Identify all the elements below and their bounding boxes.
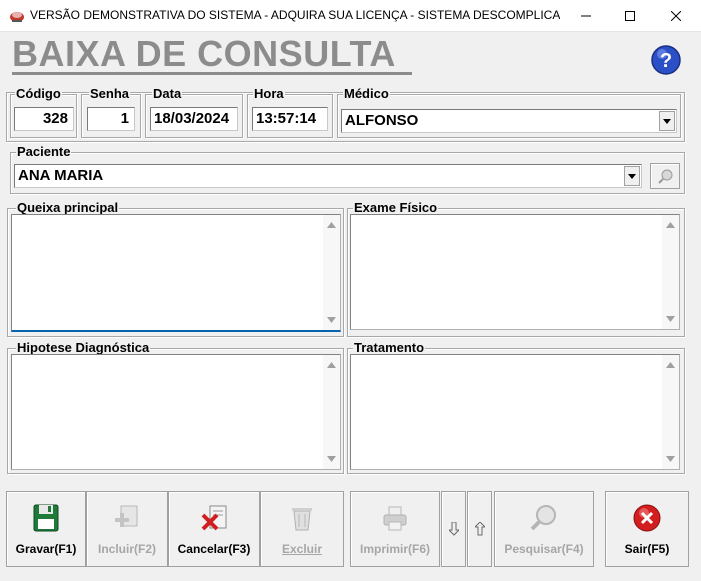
- cancelar-button[interactable]: Cancelar(F3): [168, 491, 260, 567]
- window-title: VERSÃO DEMONSTRATIVA DO SISTEMA - ADQUIR…: [30, 8, 560, 22]
- hora-label: Hora: [253, 86, 285, 101]
- arrow-up-icon: [475, 522, 485, 536]
- queixa-textarea[interactable]: [11, 214, 341, 332]
- excluir-label: Excluir: [281, 542, 323, 556]
- imprimir-button[interactable]: Imprimir(F6): [350, 491, 440, 567]
- pesquisar-label: Pesquisar(F4): [504, 542, 584, 556]
- medico-select[interactable]: ALFONSO: [341, 109, 677, 133]
- close-icon: [671, 11, 681, 21]
- minimize-button[interactable]: [563, 0, 609, 32]
- arrow-down-icon: [449, 522, 459, 536]
- move-down-button[interactable]: [441, 491, 466, 567]
- chevron-down-icon: [663, 118, 671, 124]
- scroll-up-icon[interactable]: [666, 221, 675, 230]
- title-bar: VERSÃO DEMONSTRATIVA DO SISTEMA - ADQUIR…: [0, 0, 701, 32]
- scroll-up-icon[interactable]: [327, 221, 336, 230]
- sair-label: Sair(F5): [624, 542, 670, 556]
- incluir-button[interactable]: Incluir(F2): [86, 491, 168, 567]
- data-label: Data: [152, 86, 183, 101]
- paciente-dropdown-button[interactable]: [624, 166, 640, 186]
- hipotese-label: Hipotese Diagnóstica: [16, 340, 151, 355]
- paciente-search-button[interactable]: [650, 163, 680, 189]
- medico-label: Médico: [343, 86, 390, 101]
- queixa-label: Queixa principal: [16, 200, 120, 215]
- scroll-up-icon[interactable]: [666, 361, 675, 370]
- page-title-underline: [12, 72, 412, 75]
- codigo-label: Código: [15, 86, 62, 101]
- scroll-down-icon[interactable]: [327, 315, 336, 324]
- cancel-document-icon: [201, 505, 227, 531]
- paciente-select[interactable]: ANA MARIA: [14, 164, 642, 188]
- excluir-button[interactable]: Excluir: [260, 491, 344, 567]
- exame-scrollbar[interactable]: [662, 215, 679, 329]
- maximize-button[interactable]: [607, 0, 653, 32]
- maximize-icon: [625, 11, 635, 21]
- queixa-scrollbar[interactable]: [323, 215, 340, 330]
- magnifier-icon: [658, 169, 673, 184]
- senha-label: Senha: [89, 86, 131, 101]
- scroll-down-icon[interactable]: [666, 314, 675, 323]
- incluir-label: Incluir(F2): [97, 542, 156, 556]
- scroll-down-icon[interactable]: [666, 454, 675, 463]
- imprimir-label: Imprimir(F6): [359, 542, 430, 556]
- trash-icon: [292, 508, 312, 531]
- hora-field[interactable]: 13:57:14: [252, 107, 328, 131]
- printer-icon: [383, 506, 407, 531]
- cancelar-label: Cancelar(F3): [177, 542, 251, 556]
- paciente-label: Paciente: [16, 144, 72, 159]
- help-icon[interactable]: ?: [650, 44, 682, 76]
- gravar-button[interactable]: Gravar(F1): [6, 491, 86, 567]
- scroll-up-icon[interactable]: [327, 361, 336, 370]
- tratamento-scrollbar[interactable]: [662, 355, 679, 469]
- exame-label: Exame Físico: [353, 200, 439, 215]
- exame-textarea[interactable]: [350, 214, 680, 330]
- page-title: BAIXA DE CONSULTA: [12, 33, 396, 74]
- hipotese-scrollbar[interactable]: [323, 355, 340, 469]
- codigo-field[interactable]: 328: [14, 107, 74, 131]
- scroll-down-icon[interactable]: [327, 454, 336, 463]
- pesquisar-button[interactable]: Pesquisar(F4): [494, 491, 594, 567]
- close-button[interactable]: [653, 0, 699, 32]
- gravar-label: Gravar(F1): [15, 542, 77, 556]
- move-up-button[interactable]: [467, 491, 492, 567]
- medico-dropdown-button[interactable]: [659, 111, 675, 131]
- senha-field[interactable]: 1: [87, 107, 135, 131]
- add-document-icon: [115, 505, 138, 527]
- hipotese-textarea[interactable]: [11, 354, 341, 470]
- minimize-icon: [581, 15, 591, 17]
- chevron-down-icon: [628, 173, 636, 179]
- tratamento-label: Tratamento: [353, 340, 426, 355]
- svg-text:?: ?: [660, 50, 672, 72]
- sair-button[interactable]: Sair(F5): [605, 491, 689, 567]
- search-icon: [530, 505, 556, 531]
- tratamento-textarea[interactable]: [350, 354, 680, 470]
- data-field[interactable]: 18/03/2024: [150, 107, 238, 131]
- app-logo-icon: [10, 12, 24, 22]
- floppy-disk-icon: [33, 504, 59, 532]
- exit-icon: [633, 504, 661, 532]
